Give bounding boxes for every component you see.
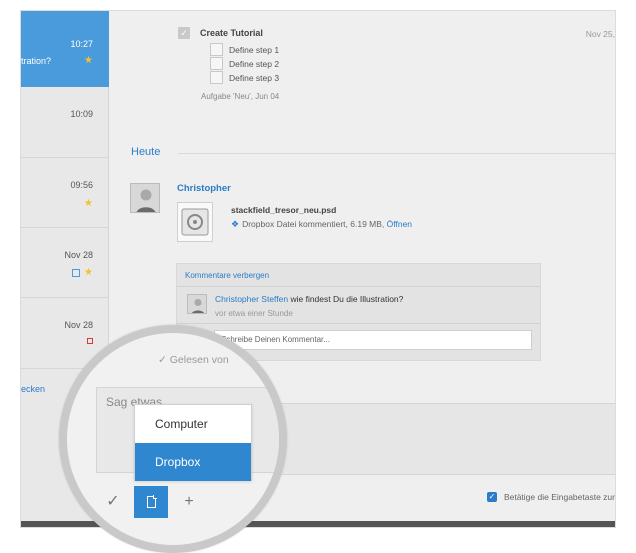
step-label: Define step 2 bbox=[229, 58, 280, 69]
enter-hint[interactable]: ✓ Betätige die Eingabetaste zur bbox=[486, 492, 615, 502]
sidebar-item-time: 10:09 bbox=[70, 109, 93, 119]
sidebar-link[interactable]: ecken bbox=[21, 384, 45, 394]
menu-item-computer[interactable]: Computer bbox=[135, 405, 251, 443]
comment-body: wie findest Du die Illustration? bbox=[290, 294, 404, 304]
comment-author[interactable]: Christopher Steffen bbox=[215, 294, 288, 304]
sidebar-item-2[interactable]: 10:09 bbox=[21, 87, 109, 158]
task-date: Nov 25, bbox=[585, 29, 615, 39]
file-meta-text: Dropbox Datei kommentiert, 6.19 MB, bbox=[242, 219, 385, 229]
divider bbox=[177, 323, 540, 324]
section-heading: Heute bbox=[131, 146, 161, 158]
blue-square-icon bbox=[72, 268, 81, 277]
sidebar-item-icons: ★ bbox=[84, 198, 93, 209]
star-icon[interactable]: ★ bbox=[84, 55, 93, 66]
read-by-label: Gelesen von bbox=[169, 354, 229, 366]
read-by-indicator: ✓ Gelesen von bbox=[158, 354, 229, 366]
step-checkbox[interactable] bbox=[210, 57, 223, 70]
divider bbox=[177, 286, 540, 287]
hide-comments-link[interactable]: Kommentare verbergen bbox=[185, 271, 269, 280]
enter-hint-label: Betätige die Eingabetaste zur bbox=[503, 492, 615, 502]
task-checkbox[interactable]: ✓ bbox=[178, 27, 190, 39]
attachment-menu: Computer Dropbox bbox=[134, 404, 252, 481]
task-meta: Aufgabe 'Neu', Jun 04 bbox=[201, 92, 280, 101]
sidebar-item-time: Nov 28 bbox=[64, 250, 93, 260]
add-icon[interactable]: + bbox=[172, 486, 206, 518]
comment-text: Christopher Steffen wie findest Du die I… bbox=[215, 294, 403, 304]
star-icon[interactable]: ★ bbox=[84, 198, 93, 209]
step-label: Define step 1 bbox=[229, 44, 280, 55]
sidebar-item-icons: ★ bbox=[72, 267, 93, 278]
sidebar-item-1[interactable]: 10:27 tration? ★ bbox=[21, 11, 109, 87]
enter-hint-checkbox[interactable]: ✓ bbox=[486, 492, 497, 502]
comment-avatar[interactable] bbox=[187, 294, 207, 314]
task-step[interactable]: Define step 2 bbox=[210, 57, 279, 70]
post-author[interactable]: Christopher bbox=[177, 183, 231, 194]
open-link[interactable]: Öffnen bbox=[387, 219, 412, 229]
comment-time: vor etwa einer Stunde bbox=[215, 309, 293, 318]
dropbox-icon: ❖ bbox=[231, 219, 240, 229]
star-icon[interactable]: ★ bbox=[84, 267, 93, 278]
sidebar-item-time: Nov 28 bbox=[64, 320, 93, 330]
document-icon bbox=[146, 495, 157, 508]
magnifier-content: ✓ Gelesen von Sag etwas Computer Dropbox… bbox=[67, 333, 279, 545]
task-step[interactable]: Define step 1 bbox=[210, 43, 279, 56]
attach-file-button[interactable] bbox=[134, 486, 168, 518]
sidebar-item-time: 09:56 bbox=[70, 180, 93, 190]
step-checkbox[interactable] bbox=[210, 71, 223, 84]
file-thumbnail[interactable] bbox=[177, 202, 213, 242]
step-checkbox[interactable] bbox=[210, 43, 223, 56]
sidebar-item-icons: ★ bbox=[84, 55, 93, 66]
magnifier-lens: ✓ Gelesen von Sag etwas Computer Dropbox… bbox=[59, 325, 287, 553]
checkmark-icon: ✓ bbox=[158, 354, 167, 366]
file-name: stackfield_tresor_neu.psd bbox=[231, 205, 337, 215]
sidebar-item-text: tration? bbox=[21, 56, 52, 66]
check-icon[interactable]: ✓ bbox=[96, 486, 130, 518]
task-step[interactable]: Define step 3 bbox=[210, 71, 279, 84]
step-label: Define step 3 bbox=[229, 72, 280, 83]
file-meta: ❖ Dropbox Datei kommentiert, 6.19 MB, Öff… bbox=[231, 219, 412, 230]
sidebar-item-4[interactable]: Nov 28 ★ bbox=[21, 228, 109, 298]
task-title[interactable]: Create Tutorial bbox=[200, 28, 263, 38]
section-divider bbox=[178, 153, 615, 154]
sidebar-item-time: 10:27 bbox=[70, 39, 93, 49]
avatar[interactable] bbox=[130, 183, 160, 213]
menu-item-dropbox[interactable]: Dropbox bbox=[135, 443, 251, 481]
sidebar-item-3[interactable]: 09:56 ★ bbox=[21, 158, 109, 228]
